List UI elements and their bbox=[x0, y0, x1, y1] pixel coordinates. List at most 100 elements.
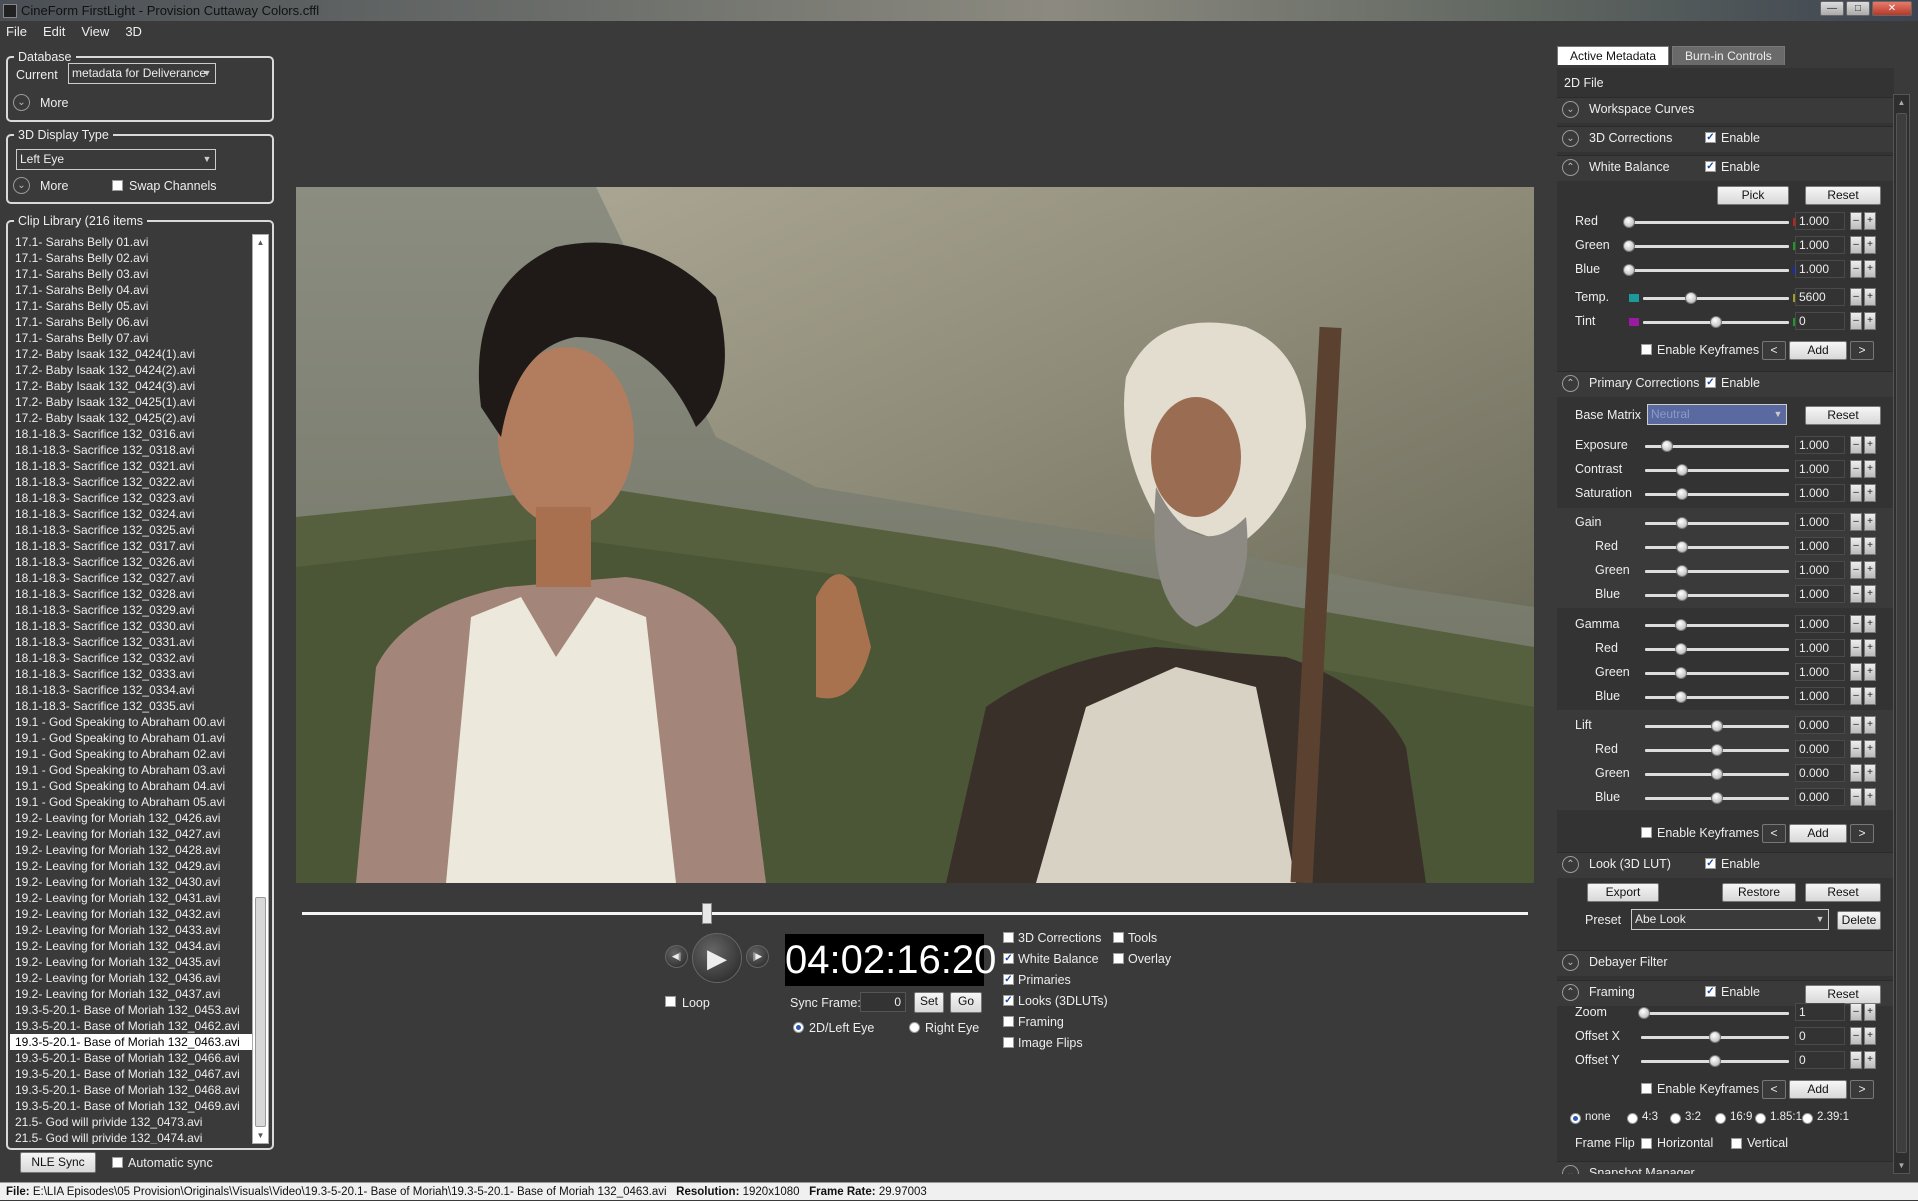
offset-x-value[interactable]: 0 bbox=[1795, 1027, 1845, 1045]
lift-green-decrement-button[interactable]: – bbox=[1850, 764, 1862, 782]
framing-next-key-button[interactable]: > bbox=[1850, 1080, 1874, 1099]
clip-list-item[interactable]: 17.1- Sarahs Belly 01.avi bbox=[10, 234, 252, 250]
left-eye-radio[interactable] bbox=[793, 1022, 804, 1033]
clip-list-item[interactable]: 18.1-18.3- Sacrifice 132_0328.avi bbox=[10, 586, 252, 602]
wb-tint-decrement-button[interactable]: – bbox=[1850, 312, 1862, 330]
minimize-icon[interactable]: — bbox=[1820, 1, 1844, 16]
clip-list-item[interactable]: 19.2- Leaving for Moriah 132_0434.avi bbox=[10, 938, 252, 954]
gamma-blue-slider-thumb[interactable] bbox=[1675, 691, 1687, 703]
gamma-blue-value[interactable]: 1.000 bbox=[1795, 687, 1845, 705]
clip-list-item[interactable]: 19.2- Leaving for Moriah 132_0437.avi bbox=[10, 986, 252, 1002]
toggle-looks-checkbox[interactable]: ✓ bbox=[1003, 995, 1014, 1006]
clip-list-item[interactable]: 17.2- Baby Isaak 132_0425(2).avi bbox=[10, 410, 252, 426]
timeline-track[interactable] bbox=[302, 912, 1528, 915]
wb-red-slider-thumb[interactable] bbox=[1623, 216, 1635, 228]
saturation-decrement-button[interactable]: – bbox=[1850, 484, 1862, 502]
zoom-slider-track[interactable] bbox=[1641, 1012, 1789, 1015]
wb-tint-increment-button[interactable]: + bbox=[1864, 312, 1876, 330]
gain-green-increment-button[interactable]: + bbox=[1864, 561, 1876, 579]
timeline-playhead[interactable] bbox=[701, 903, 712, 924]
exposure-value[interactable]: 1.000 bbox=[1795, 436, 1845, 454]
wb-green-decrement-button[interactable]: – bbox=[1850, 236, 1862, 254]
clip-list-item[interactable]: 19.3-5-20.1- Base of Moriah 132_0463.avi bbox=[10, 1034, 252, 1050]
gain-slider-track[interactable] bbox=[1645, 522, 1789, 525]
scroll-up-icon[interactable]: ▲ bbox=[1894, 95, 1909, 110]
clip-list-item[interactable]: 18.1-18.3- Sacrifice 132_0333.avi bbox=[10, 666, 252, 682]
gamma-green-value[interactable]: 1.000 bbox=[1795, 663, 1845, 681]
gamma-blue-decrement-button[interactable]: – bbox=[1850, 687, 1862, 705]
swap-channels-checkbox[interactable] bbox=[112, 180, 123, 191]
lift-red-value[interactable]: 0.000 bbox=[1795, 740, 1845, 758]
wb-blue-value[interactable]: 1.000 bbox=[1795, 260, 1845, 278]
expand-more-icon[interactable]: ⌄ bbox=[13, 94, 30, 111]
gamma-blue-slider-track[interactable] bbox=[1645, 696, 1789, 699]
lift-red-slider-thumb[interactable] bbox=[1711, 744, 1723, 756]
clip-list-item[interactable]: 18.1-18.3- Sacrifice 132_0317.avi bbox=[10, 538, 252, 554]
collapse-icon[interactable]: ⌃ bbox=[1562, 984, 1579, 1001]
expand-more-icon[interactable]: ⌄ bbox=[1562, 954, 1579, 971]
close-icon[interactable]: ✕ bbox=[1872, 1, 1912, 16]
clip-list-item[interactable]: 18.1-18.3- Sacrifice 132_0322.avi bbox=[10, 474, 252, 490]
lift-green-increment-button[interactable]: + bbox=[1864, 764, 1876, 782]
clip-list-item[interactable]: 18.1-18.3- Sacrifice 132_0334.avi bbox=[10, 682, 252, 698]
gain-blue-decrement-button[interactable]: – bbox=[1850, 585, 1862, 603]
clip-list-item[interactable]: 17.1- Sarahs Belly 02.avi bbox=[10, 250, 252, 266]
offset-y-decrement-button[interactable]: – bbox=[1850, 1051, 1862, 1069]
clip-list-item[interactable]: 19.1 - God Speaking to Abraham 05.avi bbox=[10, 794, 252, 810]
wb-add-key-button[interactable]: Add bbox=[1789, 341, 1847, 360]
clip-list-item[interactable]: 17.1- Sarahs Belly 07.avi bbox=[10, 330, 252, 346]
preset-delete-button[interactable]: Delete bbox=[1837, 911, 1881, 930]
gamma-red-slider-thumb[interactable] bbox=[1675, 643, 1687, 655]
gain-value[interactable]: 1.000 bbox=[1795, 513, 1845, 531]
aspect-2-radio[interactable] bbox=[1670, 1113, 1681, 1124]
framing-add-key-button[interactable]: Add bbox=[1789, 1080, 1847, 1099]
clip-list-item[interactable]: 18.1-18.3- Sacrifice 132_0316.avi bbox=[10, 426, 252, 442]
wb-temp-slider-track[interactable] bbox=[1643, 297, 1789, 300]
database-more-label[interactable]: More bbox=[40, 96, 68, 110]
clip-list-item[interactable]: 17.1- Sarahs Belly 03.avi bbox=[10, 266, 252, 282]
wb-temp-increment-button[interactable]: + bbox=[1864, 288, 1876, 306]
clip-list-item[interactable]: 18.1-18.3- Sacrifice 132_0324.avi bbox=[10, 506, 252, 522]
primary-prev-key-button[interactable]: < bbox=[1762, 824, 1786, 843]
collapse-icon[interactable]: ⌃ bbox=[1562, 159, 1579, 176]
export-button[interactable]: Export bbox=[1587, 883, 1659, 902]
next-frame-button[interactable]: |▶ bbox=[746, 945, 769, 968]
gamma-green-slider-thumb[interactable] bbox=[1675, 667, 1687, 679]
flip-vertical-checkbox[interactable] bbox=[1731, 1138, 1742, 1149]
offset-y-value[interactable]: 0 bbox=[1795, 1051, 1845, 1069]
clip-list-item[interactable]: 19.2- Leaving for Moriah 132_0432.avi bbox=[10, 906, 252, 922]
look-3dlut-enable-checkbox[interactable]: ✓ bbox=[1705, 858, 1716, 869]
toggle-primaries-checkbox[interactable]: ✓ bbox=[1003, 974, 1014, 985]
lift-slider-thumb[interactable] bbox=[1711, 720, 1723, 732]
preset-select[interactable]: Abe Look ▼ bbox=[1631, 909, 1829, 930]
toggle-tools-checkbox[interactable] bbox=[1113, 932, 1124, 943]
clip-list-item[interactable]: 19.2- Leaving for Moriah 132_0436.avi bbox=[10, 970, 252, 986]
clip-list-item[interactable]: 18.1-18.3- Sacrifice 132_0323.avi bbox=[10, 490, 252, 506]
lift-decrement-button[interactable]: – bbox=[1850, 716, 1862, 734]
zoom-increment-button[interactable]: + bbox=[1864, 1003, 1876, 1021]
wb-blue-decrement-button[interactable]: – bbox=[1850, 260, 1862, 278]
lift-blue-decrement-button[interactable]: – bbox=[1850, 788, 1862, 806]
gamma-red-slider-track[interactable] bbox=[1645, 648, 1789, 651]
wb-temp-slider-thumb[interactable] bbox=[1685, 292, 1698, 304]
gamma-blue-increment-button[interactable]: + bbox=[1864, 687, 1876, 705]
scroll-thumb[interactable] bbox=[1896, 113, 1907, 1153]
loop-checkbox[interactable] bbox=[665, 996, 676, 1007]
saturation-value[interactable]: 1.000 bbox=[1795, 484, 1845, 502]
clip-list-item[interactable]: 18.1-18.3- Sacrifice 132_0326.avi bbox=[10, 554, 252, 570]
zoom-slider-thumb[interactable] bbox=[1637, 1007, 1650, 1019]
clip-list-item[interactable]: 17.2- Baby Isaak 132_0424(3).avi bbox=[10, 378, 252, 394]
wb-blue-increment-button[interactable]: + bbox=[1864, 260, 1876, 278]
gain-green-slider-track[interactable] bbox=[1645, 570, 1789, 573]
clip-list-item[interactable]: 19.3-5-20.1- Base of Moriah 132_0453.avi bbox=[10, 1002, 252, 1018]
exposure-increment-button[interactable]: + bbox=[1864, 436, 1876, 454]
gain-blue-slider-track[interactable] bbox=[1645, 594, 1789, 597]
clip-list-item[interactable]: 19.1 - God Speaking to Abraham 03.avi bbox=[10, 762, 252, 778]
metadata-scrollbar[interactable]: ▲ ▼ bbox=[1893, 94, 1910, 1174]
wb-next-key-button[interactable]: > bbox=[1850, 341, 1874, 360]
go-button[interactable]: Go bbox=[950, 992, 982, 1013]
contrast-decrement-button[interactable]: – bbox=[1850, 460, 1862, 478]
display3d-more-label[interactable]: More bbox=[40, 179, 68, 193]
clip-list-item[interactable]: 18.1-18.3- Sacrifice 132_0329.avi bbox=[10, 602, 252, 618]
base-matrix-select[interactable]: Neutral ▼ bbox=[1647, 404, 1787, 425]
